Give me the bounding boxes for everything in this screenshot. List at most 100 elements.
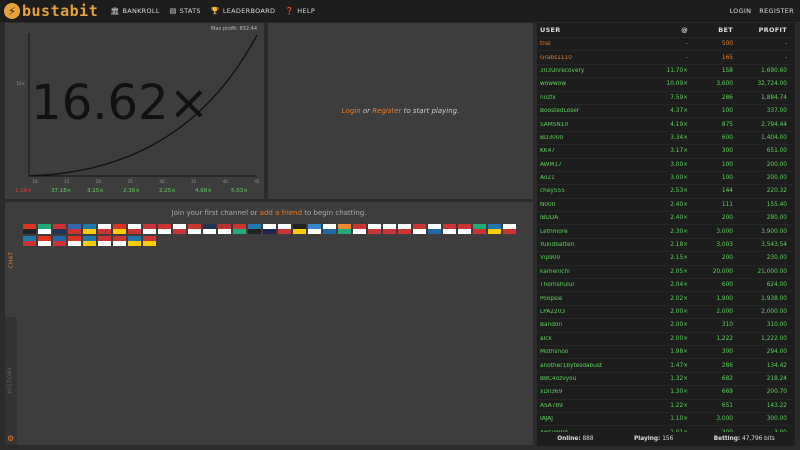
table-row[interactable]: another1bytesdabust 1.47× 286 134.42 (537, 358, 795, 371)
table-row[interactable]: KK47 3.17× 300 651.00 (537, 144, 795, 157)
table-row[interactable]: Yukidbatten 2.18× 3,003 3,543.54 (537, 237, 795, 251)
flag-icon[interactable] (38, 236, 51, 246)
flag-icon[interactable] (98, 236, 111, 246)
row-user[interactable]: BD3000 (537, 135, 643, 141)
row-user[interactable]: xDil369 (537, 389, 643, 395)
history-multiplier[interactable]: 2.25× (159, 188, 176, 194)
row-user[interactable]: AWM17 (537, 162, 643, 168)
play-login-link[interactable]: Login (342, 107, 361, 115)
login-link[interactable]: LOGIN (729, 7, 751, 15)
flag-icon[interactable] (293, 224, 306, 234)
flag-icon[interactable] (188, 224, 201, 234)
row-user[interactable]: kamenichi (537, 269, 643, 275)
flag-icon[interactable] (443, 224, 456, 234)
flag-icon[interactable] (218, 224, 231, 234)
flag-icon[interactable] (473, 224, 486, 234)
table-row[interactable]: LPA2203 2.00× 2,000 2,000.00 (537, 304, 795, 318)
tab-chat[interactable]: CHAT (5, 202, 17, 317)
flag-icon[interactable] (128, 224, 141, 234)
brand-logo[interactable]: ⚡ bustabit (4, 0, 98, 22)
row-user[interactable]: IAJAJ (537, 416, 643, 422)
table-row[interactable]: SAMSN10 4.19× 875 2,794.44 (537, 117, 795, 130)
table-row[interactable]: chey555 2.53× 144 220.32 (537, 184, 795, 197)
row-user[interactable]: alck (537, 336, 643, 342)
flag-icon[interactable] (248, 224, 261, 234)
history-multiplier[interactable]: 1.16× (15, 188, 32, 194)
row-user[interactable]: Lethmore (537, 229, 643, 235)
row-user[interactable]: SAMSN10 (537, 122, 643, 128)
row-user[interactable]: Thornshului (537, 282, 643, 288)
flag-icon[interactable] (263, 224, 276, 234)
history-multiplier[interactable]: 5.03× (231, 188, 248, 194)
table-row[interactable]: Lethmore 2.30× 3,000 3,900.00 (537, 224, 795, 237)
table-row[interactable]: nozfx 7.59× 286 1,884.74 (537, 90, 795, 104)
flag-icon[interactable] (143, 224, 156, 234)
flag-icon[interactable] (278, 224, 291, 234)
table-row[interactable]: alck 2.00× 1,222 1,222.00 (537, 331, 795, 345)
flag-icon[interactable] (428, 224, 441, 234)
table-row[interactable]: ASA789 1.22× 651 143.22 (537, 398, 795, 412)
table-row[interactable]: BoostedLoser 4.37× 100 337.00 (537, 103, 795, 117)
table-row[interactable]: tnsl - 500 - (537, 37, 795, 50)
register-link[interactable]: REGISTER (759, 7, 794, 15)
flag-icon[interactable] (173, 224, 186, 234)
nav-bankroll[interactable]: 🏛 BANKROLL (110, 7, 160, 15)
row-user[interactable]: chey555 (537, 188, 643, 194)
flag-icon[interactable] (368, 224, 381, 234)
table-row[interactable]: xDil369 1.30× 669 200.70 (537, 385, 795, 398)
flag-icon[interactable] (203, 224, 216, 234)
row-user[interactable]: Vip900 (537, 255, 643, 261)
table-row[interactable]: Bandon 2.00× 310 310.00 (537, 318, 795, 331)
row-user[interactable]: Mothsnoo (537, 349, 643, 355)
flag-icon[interactable] (98, 224, 111, 234)
flag-icon[interactable] (68, 224, 81, 234)
flag-icon[interactable] (323, 224, 336, 234)
flag-icon[interactable] (113, 224, 126, 234)
row-user[interactable]: N000 (537, 202, 643, 208)
row-user[interactable]: LPA2203 (537, 309, 643, 315)
row-user[interactable]: nozfx (537, 95, 643, 101)
history-multiplier[interactable]: 4.68× (195, 188, 212, 194)
flag-icon[interactable] (23, 224, 36, 234)
flag-icon[interactable] (128, 236, 141, 246)
row-user[interactable]: 303Unrecovery (537, 68, 643, 74)
flag-icon[interactable] (158, 224, 171, 234)
table-row[interactable]: wowwow 10.09× 3,600 32,724.00 (537, 77, 795, 90)
history-multiplier[interactable]: 2.36× (123, 188, 140, 194)
flag-icon[interactable] (83, 236, 96, 246)
flag-icon[interactable] (53, 224, 66, 234)
row-user[interactable]: Yukidbatten (537, 242, 643, 248)
row-user[interactable]: ASA789 (537, 403, 643, 409)
flag-icon[interactable] (338, 224, 351, 234)
row-user[interactable]: tnsl (537, 41, 643, 47)
flag-icon[interactable] (53, 236, 66, 246)
flag-icon[interactable] (38, 224, 51, 234)
flag-icon[interactable] (383, 224, 396, 234)
table-row[interactable]: Thornshului 2.04× 600 624.00 (537, 278, 795, 291)
flag-icon[interactable] (233, 224, 246, 234)
table-row[interactable]: 303Unrecovery 11.70× 158 1,690.60 (537, 63, 795, 77)
table-row[interactable]: IAJAJ 1.10× 3,000 300.00 (537, 411, 795, 425)
table-row[interactable]: N000 2.40× 111 155.40 (537, 197, 795, 211)
row-user[interactable]: KK47 (537, 148, 643, 154)
table-row[interactable]: Ao21 3.00× 100 200.00 (537, 170, 795, 184)
table-row[interactable]: BBC4ozvyou 1.32× 682 218.24 (537, 371, 795, 385)
table-row[interactable]: Grabs1110 - 165 - (537, 50, 795, 63)
nav-stats[interactable]: ▤ STATS (170, 7, 201, 15)
tab-history[interactable]: HISTORY (5, 322, 17, 437)
table-row[interactable]: Poopsie 2.02× 1,900 1,938.00 (537, 291, 795, 304)
row-user[interactable]: another1bytesdabust (537, 363, 643, 369)
flag-icon[interactable] (398, 224, 411, 234)
flag-icon[interactable] (83, 224, 96, 234)
row-user[interactable]: Bandon (537, 322, 643, 328)
nav-help[interactable]: ❓ HELP (285, 7, 315, 15)
row-user[interactable]: BoostedLoser (537, 108, 643, 114)
row-user[interactable]: Grabs1110 (537, 55, 643, 61)
flag-icon[interactable] (503, 224, 516, 234)
row-user[interactable]: BBC4ozvyou (537, 376, 643, 382)
flag-icon[interactable] (68, 236, 81, 246)
table-row[interactable]: IBUDA 2.40× 200 280.00 (537, 211, 795, 224)
table-row[interactable]: Vip900 2.15× 200 230.00 (537, 251, 795, 264)
flag-icon[interactable] (353, 224, 366, 234)
table-row[interactable]: Mothsnoo 1.98× 300 294.00 (537, 344, 795, 358)
